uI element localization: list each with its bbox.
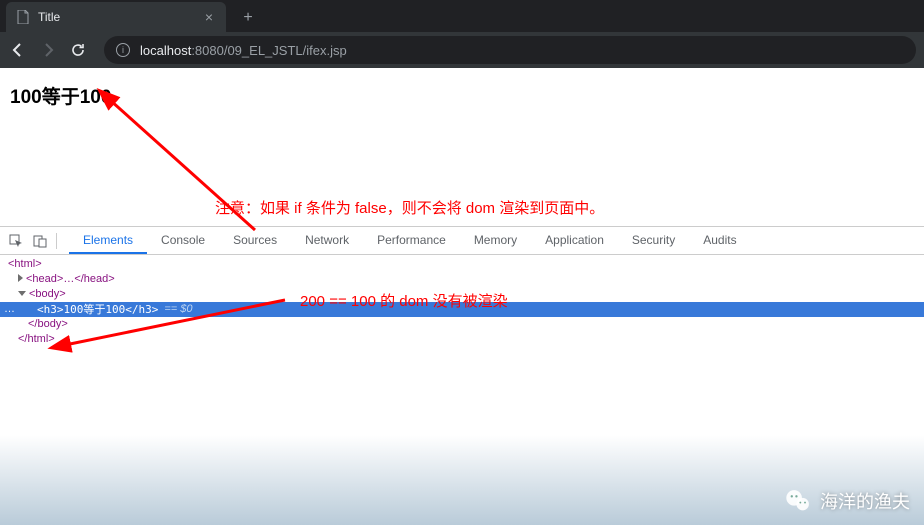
watermark: 海洋的渔夫 [784,487,910,515]
address-bar[interactable]: i localhost:8080/09_EL_JSTL/ifex.jsp [104,36,916,64]
devtools-tabs: Elements Console Sources Network Perform… [69,227,751,254]
new-tab-button[interactable]: + [234,4,262,32]
tab-performance[interactable]: Performance [363,227,460,254]
watermark-text: 海洋的渔夫 [820,488,910,514]
inspect-icon[interactable] [4,229,28,253]
tab-elements[interactable]: Elements [69,227,147,254]
tab-application[interactable]: Application [531,227,618,254]
tab-audits[interactable]: Audits [689,227,750,254]
annotation-2: 200 == 100 的 dom 没有被渲染 [300,290,508,311]
url-host: localhost [140,43,191,58]
back-button[interactable] [8,40,28,60]
devtools-panel: Elements Console Sources Network Perform… [0,226,924,349]
annotation-1: 注意：如果 if 条件为 false，则不会将 dom 渲染到页面中。 [215,197,604,218]
tab-network[interactable]: Network [291,227,363,254]
tab-sources[interactable]: Sources [219,227,291,254]
device-toggle-icon[interactable] [28,229,52,253]
browser-tab-strip: Title × + [0,0,924,32]
browser-tab[interactable]: Title × [6,2,226,32]
browser-toolbar: i localhost:8080/09_EL_JSTL/ifex.jsp [0,32,924,68]
reload-button[interactable] [68,40,88,60]
dom-head[interactable]: <head>…</head> [0,272,924,287]
close-icon[interactable]: × [202,10,216,24]
page-icon [16,10,30,24]
tab-console[interactable]: Console [147,227,219,254]
dom-html-open[interactable]: <html> [0,257,924,272]
site-info-icon[interactable]: i [116,43,130,57]
dom-html-close[interactable]: </html> [0,332,924,347]
dom-body-close[interactable]: </body> [0,317,924,332]
wechat-icon [784,487,812,515]
tab-memory[interactable]: Memory [460,227,531,254]
tab-security[interactable]: Security [618,227,689,254]
url-path: :8080/09_EL_JSTL/ifex.jsp [191,43,346,58]
devtools-toolbar: Elements Console Sources Network Perform… [0,227,924,255]
tab-title: Title [38,10,202,24]
page-heading: 100等于100 [10,82,914,109]
forward-button[interactable] [38,40,58,60]
